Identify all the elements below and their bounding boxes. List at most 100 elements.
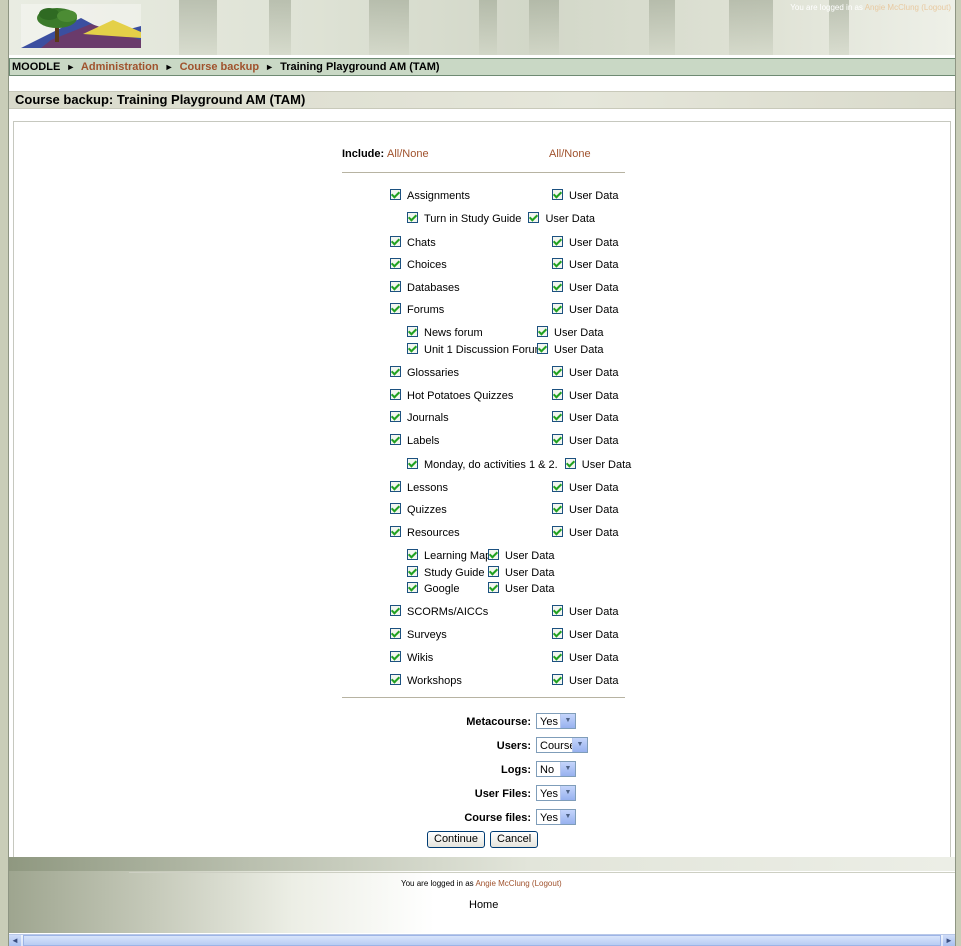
userdata-wikis: User Data: [552, 651, 619, 664]
instance-checkbox[interactable]: [407, 212, 418, 223]
userdata-checkbox[interactable]: [552, 258, 563, 269]
chevron-down-icon[interactable]: ▼: [560, 714, 575, 728]
module-checkbox[interactable]: [390, 366, 401, 377]
module-checkbox[interactable]: [390, 236, 401, 247]
module-row-journals: Journals: [390, 411, 449, 424]
userdata-label: User Data: [505, 550, 555, 562]
scroll-right-icon[interactable]: ►: [943, 935, 955, 946]
instance-checkbox[interactable]: [407, 582, 418, 593]
module-label: Lessons: [407, 482, 448, 494]
module-row-hot-potatoes-quizzes: Hot Potatoes Quizzes: [390, 389, 513, 402]
chevron-down-icon[interactable]: ▼: [560, 762, 575, 776]
course-files-label: Course files:: [464, 812, 531, 824]
metacourse-select[interactable]: Yes ▼: [536, 713, 576, 729]
user-link[interactable]: Angie McClung: [865, 3, 919, 12]
chevron-down-icon[interactable]: ▼: [560, 786, 575, 800]
continue-button[interactable]: Continue: [427, 831, 485, 848]
logout-link[interactable]: (Logout): [921, 3, 951, 12]
module-checkbox[interactable]: [390, 258, 401, 269]
user-files-select[interactable]: Yes ▼: [536, 785, 576, 801]
userdata-checkbox[interactable]: [552, 303, 563, 314]
chevron-down-icon[interactable]: ▼: [560, 810, 575, 824]
scrollbar-thumb[interactable]: [23, 935, 941, 946]
module-checkbox[interactable]: [390, 628, 401, 639]
userdata-checkbox[interactable]: [537, 326, 548, 337]
userdata-checkbox[interactable]: [537, 343, 548, 354]
userdata-label: User Data: [505, 567, 555, 579]
module-checkbox[interactable]: [390, 651, 401, 662]
module-row-workshops: Workshops: [390, 674, 462, 687]
logs-select[interactable]: No ▼: [536, 761, 576, 777]
breadcrumb-administration[interactable]: Administration: [81, 61, 159, 73]
scroll-left-icon[interactable]: ◄: [9, 935, 21, 946]
horizontal-scrollbar[interactable]: ◄ ►: [9, 934, 955, 946]
userdata-checkbox[interactable]: [552, 434, 563, 445]
all-none-userdata-link[interactable]: All/None: [549, 148, 591, 160]
module-checkbox[interactable]: [390, 389, 401, 400]
module-row-labels: Labels: [390, 434, 439, 447]
breadcrumb-course-backup[interactable]: Course backup: [180, 61, 259, 73]
userdata-unit-1-discussion-forum: User Data: [537, 343, 604, 356]
instance-checkbox[interactable]: [407, 343, 418, 354]
userdata-checkbox[interactable]: [552, 389, 563, 400]
course-files-value: Yes: [540, 812, 558, 824]
instance-checkbox[interactable]: [407, 566, 418, 577]
userdata-checkbox[interactable]: [564, 458, 576, 469]
module-checkbox[interactable]: [390, 674, 401, 685]
userdata-checkbox[interactable]: [488, 582, 499, 593]
userdata-checkbox[interactable]: [552, 366, 563, 377]
module-checkbox[interactable]: [390, 303, 401, 314]
userdata-checkbox[interactable]: [552, 503, 563, 514]
module-label: Assignments: [407, 190, 470, 202]
module-checkbox[interactable]: [390, 411, 401, 422]
home-link[interactable]: Home: [469, 899, 498, 911]
userdata-checkbox[interactable]: [552, 651, 563, 662]
userdata-label: User Data: [569, 390, 619, 402]
module-checkbox[interactable]: [390, 481, 401, 492]
userdata-labels: User Data: [552, 434, 619, 447]
module-row-databases: Databases: [390, 281, 460, 294]
instance-label: Learning Map: [424, 550, 492, 562]
module-checkbox[interactable]: [390, 605, 401, 616]
userdata-checkbox[interactable]: [552, 526, 563, 537]
instance-checkbox[interactable]: [407, 458, 418, 469]
course-files-select[interactable]: Yes ▼: [536, 809, 576, 825]
instance-checkbox[interactable]: [407, 549, 418, 560]
footer-user-link[interactable]: Angie McClung: [475, 879, 529, 888]
userdata-checkbox[interactable]: [552, 628, 563, 639]
instance-news-forum: News forum: [407, 326, 483, 339]
module-checkbox[interactable]: [390, 189, 401, 200]
module-checkbox[interactable]: [390, 434, 401, 445]
userdata-checkbox[interactable]: [552, 236, 563, 247]
userdata-checkbox[interactable]: [528, 212, 540, 223]
module-checkbox[interactable]: [390, 281, 401, 292]
module-checkbox[interactable]: [390, 503, 401, 514]
chevron-down-icon[interactable]: ▼: [572, 738, 587, 752]
userdata-label: User Data: [569, 237, 619, 249]
userdata-checkbox[interactable]: [552, 281, 563, 292]
module-checkbox[interactable]: [390, 526, 401, 537]
footer-logout-link[interactable]: (Logout): [532, 879, 562, 888]
userdata-checkbox[interactable]: [488, 566, 499, 577]
userdata-scorms: User Data: [552, 605, 619, 618]
users-select[interactable]: Course ▼: [536, 737, 588, 753]
userdata-google: User Data: [488, 582, 555, 595]
module-label: Hot Potatoes Quizzes: [407, 390, 514, 402]
logs-label: Logs:: [501, 764, 531, 776]
login-info: You are logged in as Angie McClung (Logo…: [790, 3, 951, 12]
divider: [342, 697, 625, 698]
userdata-checkbox[interactable]: [552, 189, 563, 200]
userdata-news-forum: User Data: [537, 326, 604, 339]
userdata-checkbox[interactable]: [552, 674, 563, 685]
breadcrumb-root[interactable]: MOODLE: [12, 61, 60, 73]
userdata-checkbox[interactable]: [552, 411, 563, 422]
instance-checkbox[interactable]: [407, 326, 418, 337]
module-row-choices: Choices: [390, 258, 447, 271]
userdata-checkbox[interactable]: [488, 549, 499, 560]
site-logo[interactable]: [21, 4, 141, 48]
cancel-button[interactable]: Cancel: [490, 831, 538, 848]
userdata-label: User Data: [569, 652, 619, 664]
userdata-checkbox[interactable]: [552, 481, 563, 492]
all-none-modules-link[interactable]: All/None: [387, 148, 429, 160]
userdata-checkbox[interactable]: [552, 605, 563, 616]
